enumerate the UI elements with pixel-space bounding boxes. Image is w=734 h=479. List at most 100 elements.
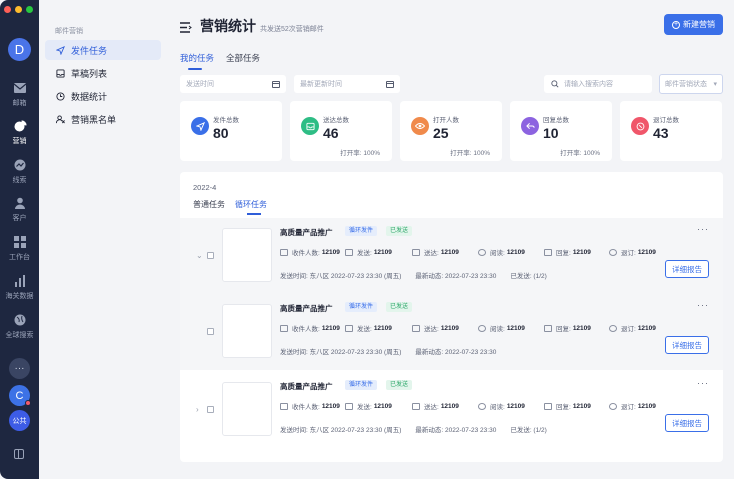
stat-card-sent: 发件总数 80 — [180, 101, 282, 161]
rail-item-workbench[interactable]: 工作台 — [0, 236, 39, 262]
tab-my-tasks[interactable]: 我的任务 — [180, 52, 214, 70]
public-space-button[interactable]: 公共 — [9, 410, 30, 431]
rail-item-marketing[interactable]: 营销 — [0, 120, 39, 146]
metric-sent: 发送: 12109 — [345, 401, 412, 411]
maximize-window-button[interactable] — [26, 6, 33, 13]
reply-icon — [544, 402, 552, 410]
task-name: 高质量产品推广 — [280, 228, 333, 237]
metric-delivered: 送达: 12109 — [412, 401, 478, 411]
status-badge: 已发送 — [386, 226, 413, 236]
tab-loop-tasks[interactable]: 循环任务 — [235, 199, 267, 215]
stat-value: 80 — [213, 125, 229, 141]
task-checkbox[interactable] — [207, 328, 214, 335]
send-time: 发送时间: 东八区 2022-07-23 23:30 (周五) — [280, 427, 402, 434]
metric-recipients: 收件人数: 12109 — [280, 323, 345, 333]
task-row[interactable]: ⌄ 高质量产品推广 循环发件 已发送 ··· 收件人数: 12109 发送: 121… — [180, 218, 723, 294]
metric-value: 12109 — [637, 324, 656, 332]
new-campaign-button[interactable]: + 新建营销 — [664, 14, 723, 35]
task-name: 高质量产品推广 — [280, 382, 333, 391]
tab-all-tasks[interactable]: 全部任务 — [226, 52, 260, 64]
eye-icon — [478, 402, 486, 410]
stat-card-replies: 回复总数 10 打开率: 100% — [510, 101, 612, 161]
send-icon — [345, 402, 353, 410]
metric-value: 12109 — [637, 402, 656, 410]
metric-sent: 发送: 12109 — [345, 323, 412, 333]
account-avatar[interactable]: C — [9, 385, 31, 406]
rail-item-customers[interactable]: 客户 — [0, 197, 39, 223]
user-icon — [14, 197, 25, 209]
menu-list-icon — [180, 21, 192, 36]
metric-replies: 回复: 12109 — [544, 401, 609, 411]
rail-item-mail[interactable]: 邮箱 — [0, 82, 39, 108]
bar-chart-icon — [14, 275, 25, 287]
send-time-filter[interactable]: 发送时间 — [180, 75, 286, 93]
metric-value: 12109 — [321, 402, 340, 410]
detailed-report-button[interactable]: 详细报告 — [665, 260, 709, 278]
detailed-report-button[interactable]: 详细报告 — [665, 336, 709, 354]
stat-label: 回复总数 — [543, 117, 569, 124]
more-options-icon[interactable]: ··· — [697, 300, 709, 310]
task-checkbox[interactable] — [207, 406, 214, 413]
chevron-right-icon[interactable]: › — [196, 405, 199, 414]
status-select[interactable]: 邮件营销状态 ▾ — [659, 74, 723, 94]
user-avatar[interactable]: D — [8, 38, 31, 61]
page-header: 营销统计 共发送52次营销邮件 — [180, 16, 324, 36]
rail-item-customs-data[interactable]: 海关数据 — [0, 275, 39, 301]
task-thumbnail — [222, 228, 272, 282]
nav-item-blacklist[interactable]: 营销黑名单 — [45, 109, 161, 129]
chevron-down-icon[interactable]: ⌄ — [196, 251, 203, 260]
calendar-icon — [272, 80, 280, 88]
nav-item-drafts[interactable]: 草稿列表 — [45, 63, 161, 83]
page-title: 营销统计 — [200, 18, 256, 34]
send-time-placeholder: 发送时间 — [186, 81, 214, 88]
minimize-window-button[interactable] — [15, 6, 22, 13]
latest-activity: 最新动态: 2022-07-23 23:30 — [415, 427, 497, 434]
rail-item-global-search[interactable]: 全球搜索 — [0, 314, 39, 340]
metric-value: 12109 — [572, 324, 591, 332]
nav-item-statistics[interactable]: 数据统计 — [45, 86, 161, 106]
metric-label: 阅读: — [490, 404, 505, 411]
metric-delivered: 送达: 12109 — [412, 247, 478, 257]
task-row[interactable]: › 高质量产品推广 循环发件 已发送 ··· 收件人数: 12109 发送: 121… — [180, 372, 723, 448]
metric-recipients: 收件人数: 12109 — [280, 247, 345, 257]
task-row[interactable]: 高质量产品推广 循环发件 已发送 ··· 收件人数: 12109 发送: 12109… — [180, 294, 723, 370]
send-time: 发送时间: 东八区 2022-07-23 23:30 (周五) — [280, 349, 402, 356]
tab-normal-tasks[interactable]: 普通任务 — [193, 199, 225, 210]
search-input[interactable]: 请输入搜索内容 — [544, 75, 652, 93]
metric-label: 回复: — [556, 250, 571, 257]
rail-item-leads[interactable]: 线索 — [0, 159, 39, 185]
reply-icon — [521, 117, 539, 135]
inbox-icon — [301, 117, 319, 135]
stat-value: 25 — [433, 125, 449, 141]
sub-navigation: 邮件营销 发件任务 草稿列表 数据统计 营销黑名单 — [39, 0, 164, 479]
more-options-icon[interactable]: ··· — [697, 224, 709, 234]
account-initial: C — [15, 389, 24, 402]
new-campaign-label: 新建营销 — [683, 20, 715, 29]
task-meta: 发送时间: 东八区 2022-07-23 23:30 (周五) 最新动态: 20… — [280, 424, 561, 434]
rail-label: 客户 — [12, 215, 27, 222]
eye-icon — [478, 324, 486, 332]
more-apps-button[interactable]: ··· — [9, 358, 30, 379]
loop-send-tag: 循环发件 — [345, 226, 378, 236]
task-checkbox[interactable] — [207, 252, 214, 259]
chevron-down-icon: ▾ — [713, 81, 717, 88]
task-metrics: 收件人数: 12109 发送: 12109 送达: 12109 阅读: 12109 回复… — [280, 247, 656, 257]
user-block-icon — [55, 114, 65, 124]
nav-item-send-tasks[interactable]: 发件任务 — [45, 40, 161, 60]
latest-activity: 最新动态: 2022-07-23 23:30 — [415, 349, 497, 356]
task-tabs: 我的任务 全部任务 — [180, 52, 260, 70]
notification-dot — [25, 400, 31, 406]
more-options-icon[interactable]: ··· — [697, 378, 709, 388]
metric-label: 退订: — [621, 326, 636, 333]
close-window-button[interactable] — [4, 6, 11, 13]
detailed-report-button[interactable]: 详细报告 — [665, 414, 709, 432]
globe-icon — [14, 314, 25, 326]
stat-card-unsubscribed: 退订总数 43 — [620, 101, 722, 161]
metric-sent: 发送: 12109 — [345, 247, 412, 257]
sidebar-toggle-icon[interactable] — [14, 449, 24, 459]
update-time-filter[interactable]: 最新更新时间 — [294, 75, 400, 93]
metric-label: 退订: — [621, 250, 636, 257]
send-icon — [345, 248, 353, 256]
app-rail: D 邮箱 营销 线索 客户 工作台 海关数据 全球搜索 ··· C 公共 — [0, 0, 39, 479]
status-select-value: 邮件营销状态 — [665, 81, 707, 88]
